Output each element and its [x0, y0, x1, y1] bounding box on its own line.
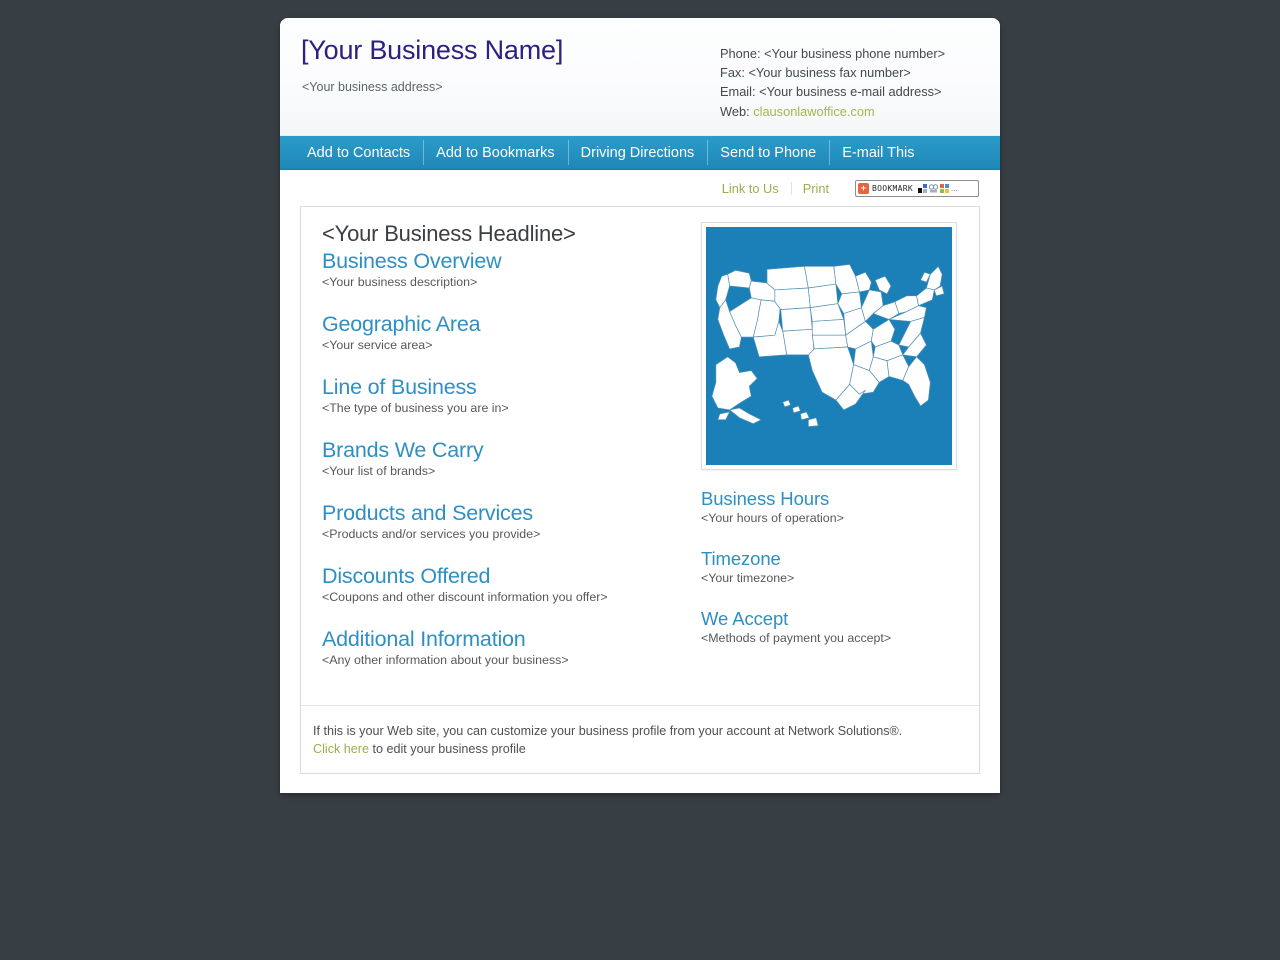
page-title: [Your Business Name]: [301, 35, 564, 65]
contact-fax-row: Fax: <Your business fax number>: [720, 63, 945, 82]
section-heading-business-overview: Business Overview: [322, 249, 502, 273]
section-body-products-and-services: <Products and/or services you provide>: [322, 527, 541, 541]
profile-content-panel: <Your Business Headline> Business Overvi…: [300, 206, 980, 774]
section-heading-we-accept: We Accept: [701, 608, 789, 629]
fax-label: Fax:: [720, 65, 745, 81]
section-body-brands-we-carry: <Your list of brands>: [322, 464, 436, 478]
section-heading-geographic-area: Geographic Area: [322, 312, 481, 336]
contact-email-row: Email: <Your business e-mail address>: [720, 82, 945, 101]
section-heading-discounts-offered: Discounts Offered: [322, 564, 491, 588]
action-navbar: Add to Contacts Add to Bookmarks Driving…: [280, 136, 1000, 170]
utility-strip: Link to Us Print + BOOKMARK ...: [280, 170, 1000, 206]
sidebar-section-timezone: Timezone <Your timezone>: [701, 548, 979, 585]
bookmark-more-ellipsis: ...: [950, 183, 958, 193]
nav-item-e-mail-this[interactable]: E-mail This: [829, 136, 927, 169]
section-body-we-accept: <Methods of payment you accept>: [701, 631, 892, 645]
nav-item-add-to-contacts[interactable]: Add to Contacts: [294, 136, 423, 169]
contact-info-block: Phone: <Your business phone number> Fax:…: [720, 44, 945, 121]
section-body-line-of-business: <The type of business you are in>: [322, 401, 509, 415]
click-here-link[interactable]: Click here: [313, 742, 369, 756]
profile-edit-footer: If this is your Web site, you can custom…: [301, 705, 979, 773]
footer-note-rest: to edit your business profile: [369, 742, 526, 756]
section-body-business-hours: <Your hours of operation>: [701, 511, 844, 525]
section-heading-timezone: Timezone: [701, 548, 781, 569]
section-heading-line-of-business: Line of Business: [322, 375, 477, 399]
phone-value: <Your business phone number>: [764, 46, 946, 61]
contact-web-row: Web: clausonlawoffice.com: [720, 102, 945, 121]
united-states-map-icon: [706, 227, 952, 465]
section-body-geographic-area: <Your service area>: [322, 338, 433, 352]
section-body-additional-information: <Any other information about your busine…: [322, 653, 569, 667]
service-area-map: [701, 222, 957, 470]
business-address: <Your business address>: [302, 80, 443, 94]
share-service-icon-2: [928, 183, 938, 192]
fax-value: <Your business fax number>: [748, 65, 911, 81]
section-body-discounts-offered: <Coupons and other discount information …: [322, 590, 608, 604]
print-link[interactable]: Print: [790, 181, 841, 196]
website-link[interactable]: clausonlawoffice.com: [753, 104, 874, 119]
email-label: Email:: [720, 84, 756, 100]
share-service-icon-1: [917, 183, 927, 193]
section-body-business-overview: <Your business description>: [322, 275, 478, 289]
addthis-bookmark-widget[interactable]: + BOOKMARK ...: [855, 179, 979, 197]
content-columns: <Your Business Headline> Business Overvi…: [301, 207, 979, 707]
footer-note-line-1: If this is your Web site, you can custom…: [313, 724, 903, 738]
section-body-timezone: <Your timezone>: [701, 571, 795, 585]
bookmark-plus-icon: +: [858, 182, 869, 194]
sidebar-column: Business Hours <Your hours of operation>…: [701, 221, 979, 707]
section-heading-business-hours: Business Hours: [701, 488, 830, 509]
business-headline: <Your Business Headline>: [322, 221, 576, 246]
link-to-us-link[interactable]: Link to Us: [710, 181, 791, 196]
sidebar-section-we-accept: We Accept <Methods of payment you accept…: [701, 608, 979, 645]
business-profile-card: [Your Business Name] <Your business addr…: [280, 18, 1000, 793]
section-heading-additional-information: Additional Information: [322, 627, 526, 651]
contact-phone-row: Phone: <Your business phone number>: [720, 44, 945, 63]
sidebar-section-business-hours: Business Hours <Your hours of operation>: [701, 488, 979, 525]
bookmark-label: BOOKMARK: [872, 183, 913, 193]
share-service-icon-3: [939, 183, 949, 193]
site-header: [Your Business Name] <Your business addr…: [280, 18, 1000, 136]
section-heading-brands-we-carry: Brands We Carry: [322, 438, 484, 462]
phone-label: Phone:: [720, 46, 761, 61]
section-heading-products-and-services: Products and Services: [322, 501, 533, 525]
bookmark-service-icons: [917, 183, 949, 193]
footer-note-line-2: Click here to edit your business profile: [313, 740, 959, 758]
web-label: Web:: [720, 103, 750, 119]
email-value: <Your business e-mail address>: [759, 84, 942, 100]
nav-item-add-to-bookmarks[interactable]: Add to Bookmarks: [423, 136, 567, 169]
nav-item-driving-directions[interactable]: Driving Directions: [567, 136, 708, 169]
main-column: <Your Business Headline> Business Overvi…: [301, 221, 701, 707]
nav-item-send-to-phone[interactable]: Send to Phone: [707, 136, 829, 169]
